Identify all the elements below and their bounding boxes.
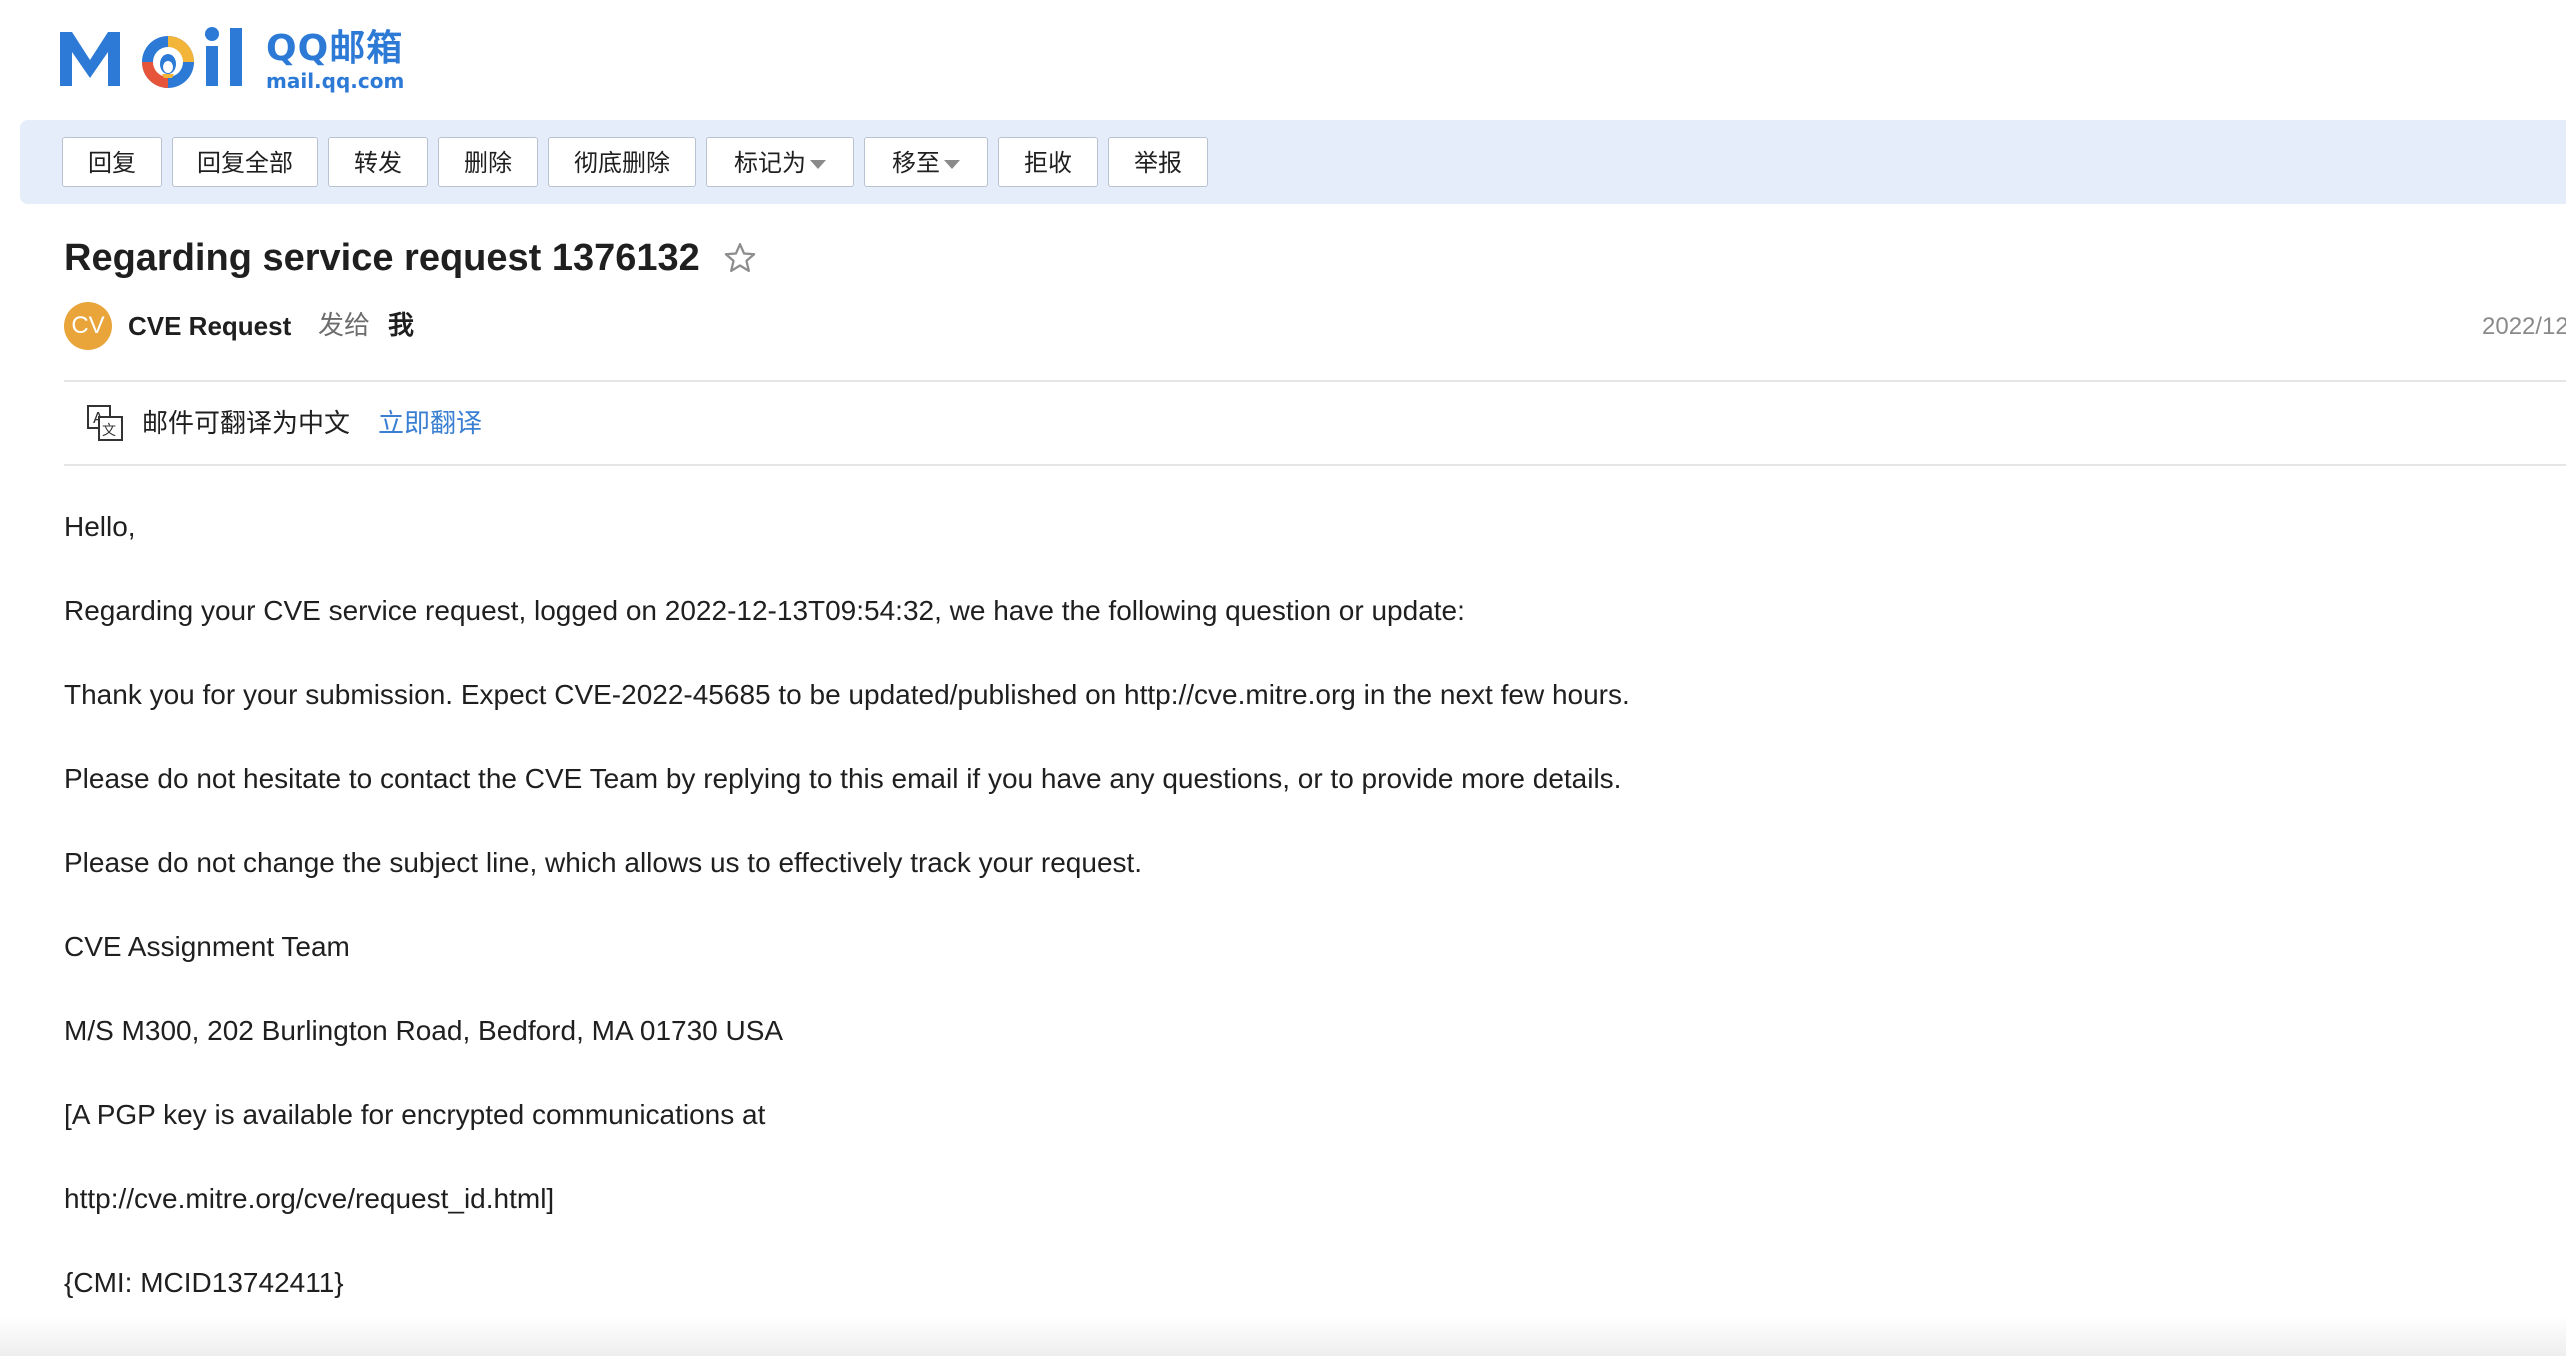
bottom-shadow [0,1316,2566,1356]
body-line: CVE Assignment Team [64,931,350,962]
recipient-name[interactable]: 我 [388,308,414,344]
translate-now-link[interactable]: 立即翻译 [378,404,482,444]
email-body: Hello, Regarding your CVE service reques… [64,508,2464,1348]
reply-all-button-label: 回复全部 [197,149,293,177]
reply-button[interactable]: 回复 [62,137,162,187]
delete-button[interactable]: 删除 [438,137,538,187]
star-outline-icon[interactable] [722,240,758,276]
sendto-label: 发给 [318,311,371,341]
mark-as-dropdown-label: 标记为 [734,149,806,177]
caret-down-icon [944,159,960,169]
reply-button-label: 回复 [88,149,136,177]
move-to-dropdown-label: 移至 [892,149,940,177]
body-line: Please do not hesitate to contact the CV… [64,763,1622,794]
mark-as-dropdown[interactable]: 标记为 [706,137,854,187]
delete-button-label: 删除 [464,149,512,177]
move-to-dropdown[interactable]: 移至 [864,137,988,187]
svg-text:文: 文 [102,423,116,439]
permanent-delete-button[interactable]: 彻底删除 [548,137,696,187]
permanent-delete-button-label: 彻底删除 [574,149,670,177]
email-date: 2022/12 [2482,313,2566,340]
forward-button[interactable]: 转发 [328,137,428,187]
translate-prompt: 邮件可翻译为中文 [142,409,351,439]
sender-avatar[interactable]: CV [64,302,112,350]
sender-name[interactable]: CVE Request [128,308,291,344]
body-line: http://cve.mitre.org/cve/request_id.html… [64,1183,555,1214]
reply-all-button[interactable]: 回复全部 [172,137,318,187]
body-line: Regarding your CVE service request, logg… [64,595,1465,626]
mail-logo-mark [60,27,242,88]
caret-down-icon [810,159,826,169]
body-line: Hello, [64,511,136,542]
mail-toolbar: 回复 回复全部 转发 删除 彻底删除 标记为 移至 拒收 举报 [20,120,2566,204]
email-subject: Regarding service request 1376132 [64,237,700,279]
mail-logo[interactable]: QQ邮箱 mail.qq.com [58,22,418,94]
header-divider [64,380,2566,382]
report-button[interactable]: 举报 [1108,137,1208,187]
body-line: Thank you for your submission. Expect CV… [64,679,1630,710]
body-line: Please do not change the subject line, w… [64,847,1143,878]
reject-button-label: 拒收 [1024,149,1072,177]
forward-button-label: 转发 [354,149,402,177]
translate-divider [64,464,2566,466]
body-line: [A PGP key is available for encrypted co… [64,1099,766,1130]
translate-icon: A 文 [87,405,123,441]
report-button-label: 举报 [1134,149,1182,177]
logo-cn-text: QQ邮箱 [266,28,404,69]
body-line: M/S M300, 202 Burlington Road, Bedford, … [64,1015,784,1046]
logo-url-text: mail.qq.com [266,69,405,93]
mail-logo-text: QQ邮箱 mail.qq.com [266,28,404,92]
reject-button[interactable]: 拒收 [998,137,1098,187]
